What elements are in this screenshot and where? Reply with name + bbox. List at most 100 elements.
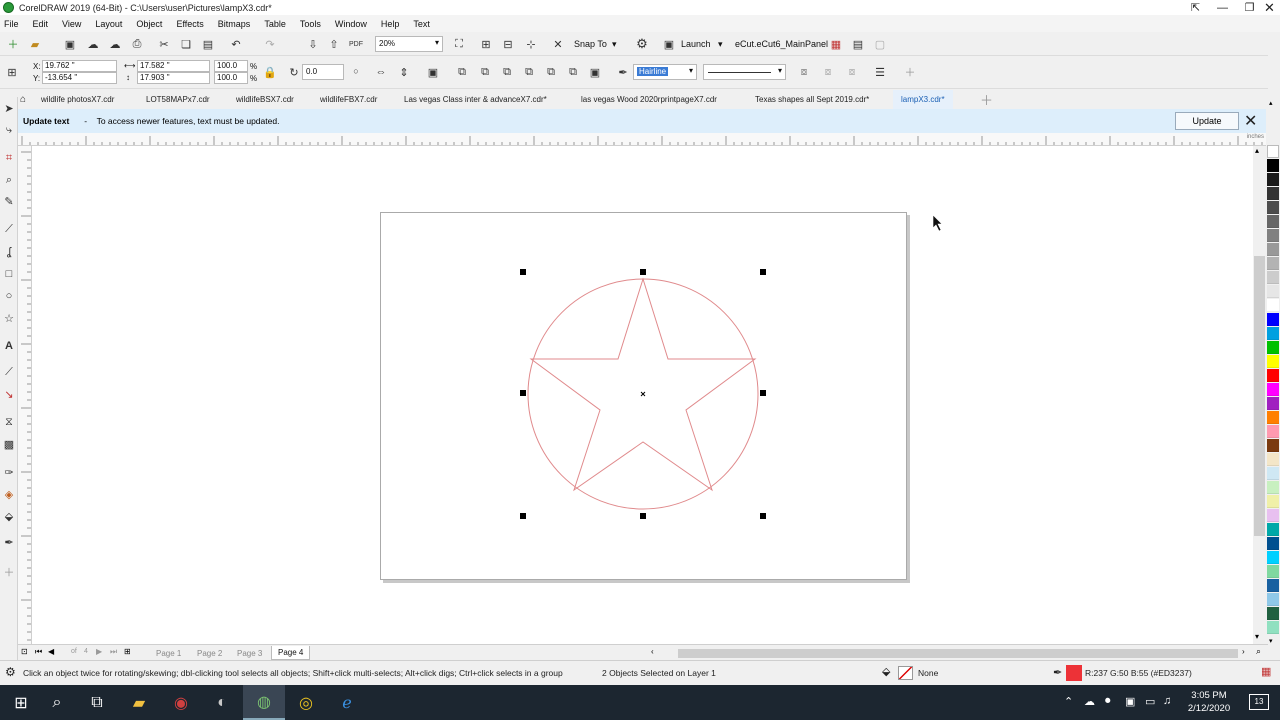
minimize-button[interactable]: — xyxy=(1209,0,1236,15)
update-button[interactable]: Update xyxy=(1175,112,1239,130)
zoom-level-select[interactable]: 20% ▾ xyxy=(375,36,443,52)
outline-color-swatch[interactable] xyxy=(1066,665,1082,681)
launch-dropdown[interactable]: Launch xyxy=(681,39,711,49)
eyedropper-tool-icon[interactable]: ✑ xyxy=(2,465,16,479)
swatch-white[interactable] xyxy=(1267,299,1279,312)
rotation-center-icon[interactable]: ○ xyxy=(348,63,364,79)
swatch-green[interactable] xyxy=(1267,341,1279,354)
eraser-tool-icon[interactable]: ✎ xyxy=(2,194,16,208)
add-toolbar-item-icon[interactable]: ＋ xyxy=(902,64,918,80)
artistic-media-tool-icon[interactable]: ʆ xyxy=(2,245,16,259)
menu-effects[interactable]: Effects xyxy=(176,19,203,29)
swatch-dark-blue[interactable] xyxy=(1267,579,1279,592)
swatch-70-black[interactable] xyxy=(1267,201,1279,214)
first-page-icon[interactable]: ⏮ xyxy=(35,647,42,657)
ecut-macro-button[interactable]: eCut.eCut6_MainPanel xyxy=(735,39,828,49)
menu-view[interactable]: View xyxy=(62,19,81,29)
menu-bitmaps[interactable]: Bitmaps xyxy=(218,19,251,29)
tab-texas-shapes[interactable]: Texas shapes all Sept 2019.cdr* xyxy=(755,90,869,109)
swatch-mint[interactable] xyxy=(1267,565,1279,578)
help-icon[interactable]: ⇱ xyxy=(1182,0,1209,15)
weld-icon[interactable]: ⧉ xyxy=(454,64,470,80)
lock-ratio-icon[interactable]: 🔒 xyxy=(262,64,278,80)
parallel-dimension-tool-icon[interactable]: ⟋ xyxy=(2,365,16,379)
swatch-30-black[interactable] xyxy=(1267,257,1279,270)
menu-file[interactable]: File xyxy=(4,19,19,29)
swatch-90-black[interactable] xyxy=(1267,173,1279,186)
blend-tool-icon[interactable]: ⧖ xyxy=(2,415,16,429)
shape-tool-icon[interactable]: ⤷ xyxy=(2,123,16,137)
palette-down-icon[interactable]: ▾ xyxy=(1269,637,1273,645)
crop-tool-icon[interactable]: ⌗ xyxy=(2,151,16,165)
swatch-seafoam[interactable] xyxy=(1267,621,1279,634)
interactive-fill-tool-icon[interactable]: ◈ xyxy=(2,487,16,501)
swatch-purple[interactable] xyxy=(1267,397,1279,410)
width-input[interactable]: 17.582 " xyxy=(137,60,210,72)
height-input[interactable]: 17.903 " xyxy=(137,72,210,84)
horizontal-scrollbar[interactable] xyxy=(678,649,1238,658)
ecut-table-icon[interactable]: ▤ xyxy=(850,36,866,52)
coreldraw-taskbar-icon[interactable]: ◉ xyxy=(160,685,202,720)
page-tab-1[interactable]: Page 1 xyxy=(150,646,187,660)
swatch-none[interactable] xyxy=(1267,145,1279,158)
redo-icon[interactable]: ↷ xyxy=(262,36,278,52)
group-icon[interactable]: ▣ xyxy=(425,64,441,80)
page-options-icon[interactable]: ⊡ xyxy=(21,647,28,656)
cloud-download-icon[interactable]: ☁ xyxy=(85,36,101,52)
connector-tool-icon[interactable]: ↘ xyxy=(2,387,16,401)
tab-lampx3[interactable]: lampX3.cdr* xyxy=(893,90,953,109)
swatch-60-black[interactable] xyxy=(1267,215,1279,228)
prev-page-icon[interactable]: ◀ xyxy=(48,647,54,656)
swatch-cyan[interactable] xyxy=(1267,327,1279,340)
document-palette-icon[interactable]: ▦ xyxy=(1261,665,1271,678)
y-position-input[interactable]: -13.654 " xyxy=(42,72,117,84)
palette-up-icon[interactable]: ▴ xyxy=(1269,99,1273,107)
freehand-tool-icon[interactable]: ⟋ xyxy=(2,222,16,236)
tab-las-vegas-wood[interactable]: las vegas Wood 2020rprintpageX7.cdr xyxy=(581,90,717,109)
tab-las-vegas-class[interactable]: Las vegas Class inter & advanceX7.cdr* xyxy=(404,90,547,109)
polygon-tool-icon[interactable]: ☆ xyxy=(2,311,16,325)
convert-to-curves-icon[interactable]: ⧇ xyxy=(820,64,836,80)
tab-wildlifebs[interactable]: wildlifeBSX7.cdr xyxy=(236,90,294,109)
text-tool-icon[interactable]: A xyxy=(2,339,16,353)
paint-taskbar-icon[interactable]: ◐ xyxy=(201,685,243,720)
task-view-icon[interactable]: ⧉ xyxy=(76,685,118,720)
swatch-navy[interactable] xyxy=(1267,537,1279,550)
star-object[interactable] xyxy=(529,277,757,492)
swatch-blue[interactable] xyxy=(1267,313,1279,326)
last-page-icon[interactable]: ⏭ xyxy=(110,647,117,657)
tray-chevron-icon[interactable]: ⌃ xyxy=(1064,695,1073,708)
cloud-upload-icon[interactable]: ☁ xyxy=(107,36,123,52)
mirror-horizontal-icon[interactable]: ⇔ xyxy=(373,64,389,80)
new-document-icon[interactable]: ＋ xyxy=(5,36,21,52)
ecut-extra-icon[interactable]: ▢ xyxy=(872,36,888,52)
snap-to-dropdown[interactable]: Snap To xyxy=(574,39,607,49)
transparency-tool-icon[interactable]: ▩ xyxy=(2,437,16,451)
page-tab-4[interactable]: Page 4 xyxy=(271,646,311,660)
swatch-yellow[interactable] xyxy=(1267,355,1279,368)
swatch-sky[interactable] xyxy=(1267,551,1279,564)
mirror-vertical-icon[interactable]: ⇕ xyxy=(396,64,412,80)
ellipse-tool-icon[interactable]: ○ xyxy=(2,289,16,303)
add-page-icon[interactable]: ⊞ xyxy=(124,647,131,656)
swatch-light-green[interactable] xyxy=(1267,481,1279,494)
print-icon[interactable]: ⎙ xyxy=(129,36,145,52)
show-rulers-icon[interactable]: ⊞ xyxy=(478,36,494,52)
full-screen-icon[interactable]: ⛶ xyxy=(451,36,467,52)
swatch-cream[interactable] xyxy=(1267,453,1279,466)
home-tab-icon[interactable]: ⌂ xyxy=(20,90,26,109)
show-grid-icon[interactable]: ⊟ xyxy=(500,36,516,52)
rectangle-tool-icon[interactable]: □ xyxy=(2,267,16,281)
fill-bucket-icon[interactable]: ⬙ xyxy=(882,665,890,678)
cut-icon[interactable]: ✂ xyxy=(156,36,172,52)
tab-lot58map[interactable]: LOT58MAPx7.cdr xyxy=(146,90,210,109)
simplify-icon[interactable]: ⧉ xyxy=(521,64,537,80)
menu-object[interactable]: Object xyxy=(136,19,162,29)
tab-wildlifefb[interactable]: wildlifeFBX7.cdr xyxy=(320,90,377,109)
options-gear-icon[interactable]: ⚙ xyxy=(634,36,650,52)
system-clock[interactable]: 3:05 PM 2/12/2020 xyxy=(1180,689,1238,715)
scroll-right-icon[interactable]: › xyxy=(1242,647,1245,656)
close-notice-icon[interactable]: ✕ xyxy=(1244,111,1257,131)
smart-fill-tool-icon[interactable]: ⬙ xyxy=(2,509,16,523)
active-app-taskbar-icon[interactable]: ◍ xyxy=(243,685,285,720)
